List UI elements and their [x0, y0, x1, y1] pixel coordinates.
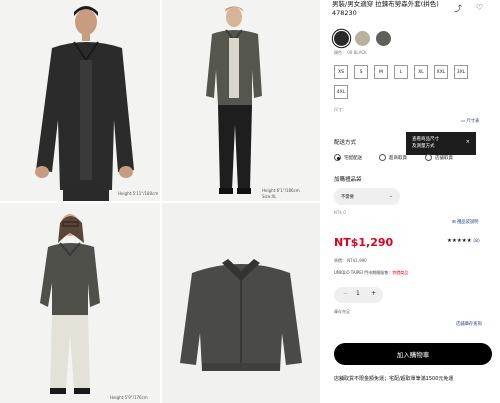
photo-caption: Height:6'1"/186cm [262, 188, 300, 193]
delivery-radio-store[interactable] [425, 154, 432, 161]
rating-count: (8) [473, 239, 480, 244]
delivery-label-home: 宅配配送 [344, 156, 362, 161]
photo-caption: Height:5'11"/180cm [118, 191, 159, 196]
size-guide-tooltip: 查看商品尺寸 及測量方式 × [406, 132, 476, 155]
gift-icon: ⊞ [452, 220, 456, 225]
color-swatch-black[interactable] [334, 31, 349, 46]
chevron-down-icon: ⌄ [388, 193, 393, 199]
store-sale-em: 特價商品 [392, 270, 409, 275]
model-image [0, 0, 160, 201]
share-icon[interactable]: ⤴ [454, 3, 462, 14]
original-price: 原價： NT$1,990 [334, 258, 367, 263]
flatlay-image [162, 203, 320, 403]
size-option-l[interactable]: L [394, 65, 408, 79]
size-guide-link[interactable]: ▭ 尺寸表 [461, 118, 479, 124]
ruler-icon: ▭ [461, 119, 466, 124]
model-image [162, 0, 320, 201]
product-photo-1[interactable]: Height:5'11"/180cm [0, 0, 160, 201]
delivery-title: 配送方式 [334, 140, 357, 146]
size-option-s[interactable]: S [354, 65, 368, 79]
wishlist-icon[interactable]: ♡ [476, 3, 483, 12]
quantity-minus-button[interactable]: − [343, 290, 348, 297]
delivery-radio-home[interactable] [334, 154, 341, 161]
size-option-xl[interactable]: XL [414, 65, 428, 79]
store-sale-prefix: UNIQLO TAIPEI 門市期間販售： [334, 270, 393, 275]
gift-bag-info-label: 禮品袋說明 [456, 220, 479, 225]
color-swatch-gray[interactable] [376, 31, 391, 46]
gift-bag-title: 加購禮品袋 [334, 177, 362, 183]
color-label: 顏色： 09 BLACK [334, 50, 367, 55]
product-details-panel: 男裝/男女適穿 拉鍊布勞森外套(拼色) 478230 ⤴ ♡ 顏色： 09 BL… [325, 0, 500, 403]
tooltip-line-1: 查看商品尺寸 [412, 137, 439, 142]
size-option-4xl[interactable]: 4XL [334, 85, 348, 99]
photo-caption: Height:5'9"/176cm [110, 395, 148, 400]
size-option-xxl[interactable]: XXL [434, 65, 448, 79]
store-stock-link[interactable]: 店舖庫存查詢 [456, 321, 482, 327]
product-title: 男裝/男女適穿 拉鍊布勞森外套(拼色) 478230 [332, 0, 439, 17]
gift-bag-price: NT$ 0 [334, 210, 346, 215]
size-option-xs[interactable]: XS [334, 65, 348, 79]
delivery-label-convenience: 超商取貨 [389, 156, 407, 161]
rating[interactable]: ★★★★★ (8) [447, 238, 480, 244]
product-photo-2[interactable]: Height:6'1"/186cm Size:XL [162, 0, 320, 201]
delivery-radio-convenience[interactable] [379, 154, 386, 161]
stock-status: 庫存充足 [334, 309, 350, 314]
close-icon[interactable]: × [466, 139, 470, 146]
store-sale-note: UNIQLO TAIPEI 門市期間販售：特價商品 [334, 270, 408, 276]
delivery-label-store: 店舖取貨 [435, 156, 453, 161]
product-photo-4[interactable] [162, 203, 320, 403]
photo-caption-size: Size:XL [262, 194, 277, 199]
tooltip-line-2: 及測量方式 [412, 144, 435, 149]
shipping-note: 店舖取貨不限金額免運；宅配/超取單筆滿1500元免運 [334, 376, 454, 382]
product-price: NT$1,290 [334, 236, 394, 249]
quantity-plus-button[interactable]: + [371, 290, 376, 297]
model-image [0, 203, 160, 403]
size-option-3xl[interactable]: 3XL [454, 65, 468, 79]
gift-bag-select[interactable]: 不需要 ⌄ [334, 188, 400, 205]
size-guide-label: 尺寸表 [466, 119, 480, 124]
quantity-stepper: − 1 + [334, 287, 383, 303]
size-option-m[interactable]: M [374, 65, 388, 79]
product-photo-3[interactable]: Height:5'9"/176cm [0, 203, 160, 403]
quantity-value: 1 [356, 290, 360, 297]
color-swatch-beige[interactable] [355, 31, 370, 46]
gift-bag-info-link[interactable]: ⊞ 禮品袋說明 [452, 219, 478, 225]
size-label: 尺寸： [334, 107, 346, 112]
add-to-cart-button[interactable]: 加入購物車 [334, 343, 492, 365]
gift-bag-value: 不需要 [341, 195, 354, 200]
rating-stars: ★★★★★ [447, 238, 472, 244]
